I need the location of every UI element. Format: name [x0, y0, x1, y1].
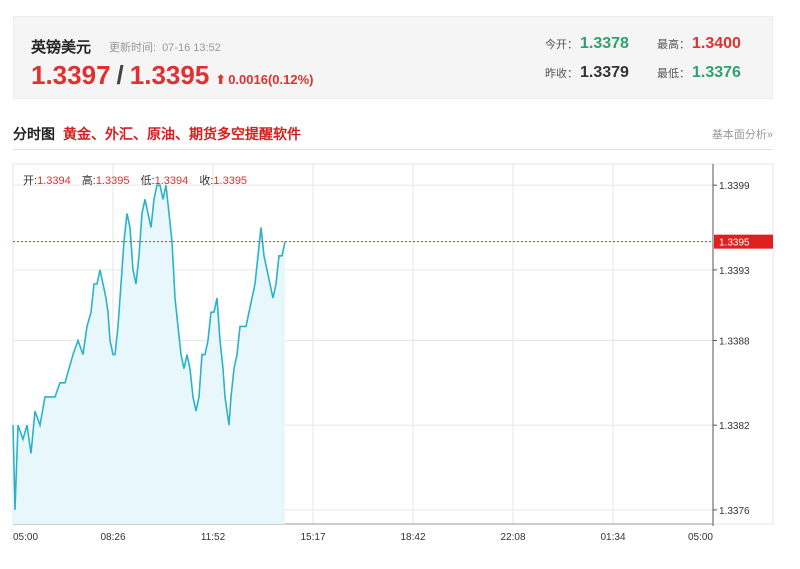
- ohlc-close-label: 收:: [199, 175, 214, 187]
- ohlc-high-value: 1.3395: [95, 175, 130, 187]
- y-axis: 1.3399 1.3393 1.3388 1.3382 1.3376: [713, 181, 750, 517]
- stat-open-label: 今开：: [545, 39, 578, 51]
- stat-high-value: 1.3400: [692, 35, 741, 52]
- quote-panel: 英镑美元 更新时间: 07-16 13:52 1.3397 / 1.3395 ⬆ …: [13, 16, 773, 99]
- arrow-up-icon: ⬆: [215, 72, 227, 87]
- x-tick-label: 18:42: [400, 532, 425, 543]
- y-tick-label: 1.3399: [719, 181, 750, 192]
- current-price-tag: 1.3395: [714, 234, 773, 249]
- ohlc-close-value: 1.3395: [213, 175, 248, 187]
- price-row: 1.3397 / 1.3395 ⬆ 0.0016(0.12%): [31, 60, 313, 90]
- price-separator: /: [116, 60, 124, 90]
- promo-link[interactable]: 黄金、外汇、原油、期货多空提醒软件: [63, 124, 301, 144]
- chart-svg: 1.3399 1.3393 1.3388 1.3382 1.3376 05:00 08:2…: [12, 163, 774, 543]
- ohlc-open-label: 开:: [23, 175, 38, 187]
- x-tick-label: 01:34: [600, 532, 625, 543]
- x-tick-label: 22:08: [500, 532, 525, 543]
- ohlc-high-label: 高:: [81, 175, 96, 187]
- update-time-value: 07-16 13:52: [162, 42, 221, 54]
- update-time: 更新时间: 07-16 13:52: [109, 39, 221, 55]
- ohlc-readout: 开:1.3394 高:1.3395 低:1.3394 收:1.3395: [23, 172, 255, 188]
- x-tick-label: 08:26: [100, 532, 125, 543]
- stat-open: 今开： 1.3378: [545, 35, 629, 53]
- x-tick-label: 05:00: [13, 532, 38, 543]
- update-time-label: 更新时间:: [109, 42, 157, 54]
- stat-high-label: 最高：: [657, 39, 690, 51]
- price-area-fill: [13, 185, 285, 524]
- price-change: 0.0016(0.12%): [228, 72, 314, 87]
- stat-low-label: 最低：: [657, 68, 690, 80]
- stat-open-value: 1.3378: [580, 35, 629, 52]
- x-tick-label: 11:52: [201, 532, 226, 543]
- ohlc-open-value: 1.3394: [37, 175, 71, 187]
- stat-prev-close: 昨收： 1.3379: [545, 64, 629, 82]
- y-tick-label: 1.3382: [719, 421, 750, 432]
- stat-low: 最低： 1.3376: [657, 64, 741, 82]
- fundamental-analysis-link[interactable]: 基本面分析»: [712, 126, 773, 142]
- x-axis: 05:00 08:26 11:52 15:17 18:42 22:08 01:34 05:00: [13, 532, 713, 543]
- stat-high: 最高： 1.3400: [657, 35, 741, 53]
- current-price-tag-label: 1.3395: [719, 238, 750, 249]
- ask-price: 1.3395: [129, 60, 210, 90]
- x-tick-label: 05:00: [688, 532, 713, 543]
- intraday-chart: 1.3399 1.3393 1.3388 1.3382 1.3376 05:00 08:2…: [0, 150, 800, 569]
- instrument-name: 英镑美元: [31, 39, 92, 56]
- x-tick-label: 15:17: [300, 532, 325, 543]
- stat-low-value: 1.3376: [692, 64, 741, 81]
- stat-prev-close-value: 1.3379: [580, 64, 629, 81]
- y-tick-label: 1.3388: [719, 336, 750, 347]
- ohlc-low-value: 1.3394: [154, 175, 189, 187]
- ohlc-low-label: 低:: [140, 175, 155, 187]
- y-tick-label: 1.3393: [719, 266, 750, 277]
- bid-price: 1.3397: [31, 60, 111, 90]
- section-header: 分时图 黄金、外汇、原油、期货多空提醒软件 基本面分析»: [13, 121, 773, 150]
- section-title: 分时图: [13, 126, 55, 142]
- stat-prev-close-label: 昨收：: [545, 68, 578, 80]
- y-tick-label: 1.3376: [719, 506, 750, 517]
